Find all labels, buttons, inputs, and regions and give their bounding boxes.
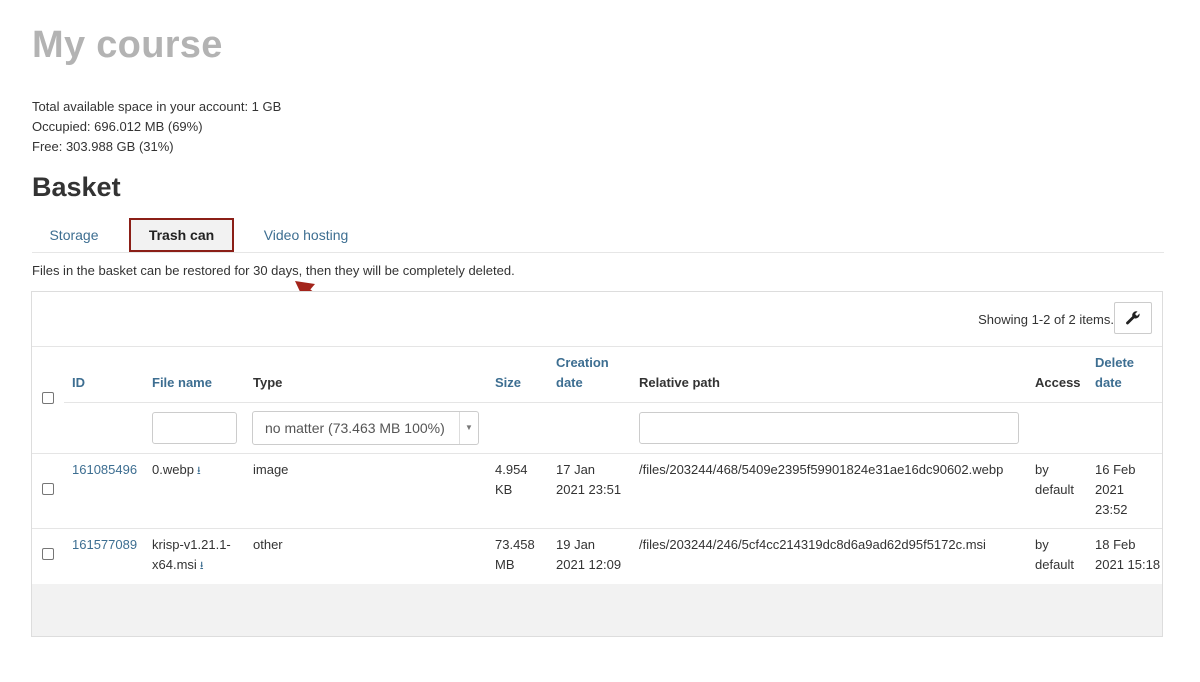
quota-occupied: Occupied: 696.012 MB (69%) — [32, 119, 203, 134]
row-creation-date: 19 Jan 2021 12:09 — [556, 537, 622, 572]
retention-notice: Files in the basket can be restored for … — [32, 263, 515, 278]
divider — [32, 346, 1162, 347]
row-file-name: krisp-v1.21.1- x64.msi ⭳ — [152, 537, 231, 572]
relative-path-filter-input[interactable] — [639, 412, 1019, 444]
divider — [32, 528, 1162, 529]
column-header-id[interactable]: ID — [72, 373, 85, 393]
row-relative-path: /files/203244/246/5cf4cc214319dc8d6a9ad6… — [639, 537, 986, 552]
trash-grid: Showing 1-2 of 2 items. ID File name Typ… — [31, 291, 1163, 637]
tab-trash-can[interactable]: Trash can — [129, 218, 234, 252]
divider — [64, 402, 1162, 403]
row-type: other — [253, 537, 283, 552]
column-header-delete-date[interactable]: Delete date — [1095, 353, 1134, 393]
grid-settings-button[interactable] — [1114, 302, 1152, 334]
wrench-icon — [1126, 311, 1140, 325]
grid-footer — [32, 584, 1162, 636]
type-filter-value: no matter (73.463 MB 100%) — [265, 420, 445, 436]
column-header-access: Access — [1035, 375, 1081, 390]
row-size: 4.954 KB — [495, 462, 528, 497]
row-access: by default — [1035, 537, 1075, 572]
row-relative-path: /files/203244/468/5409e2395f59901824e31a… — [639, 462, 1004, 477]
row-access: by default — [1035, 462, 1075, 497]
row-creation-date: 17 Jan 2021 23:51 — [556, 462, 622, 497]
row-type: image — [253, 462, 289, 477]
grid-summary: Showing 1-2 of 2 items. — [978, 312, 1114, 327]
column-header-size[interactable]: Size — [495, 373, 521, 393]
basket-title: Basket — [32, 172, 121, 202]
quota-free: Free: 303.988 GB (31%) — [32, 139, 174, 154]
select-all-checkbox[interactable] — [42, 392, 54, 404]
column-header-relative-path: Relative path — [639, 375, 720, 390]
row-id-link[interactable]: 161577089 — [72, 535, 137, 555]
download-icon[interactable]: ⭳ — [197, 465, 201, 477]
storage-quota: Total available space in your account: 1… — [32, 97, 281, 157]
row-checkbox[interactable] — [42, 483, 54, 495]
row-size: 73.458 MB — [495, 537, 535, 572]
triangle-down-icon: ▼ — [459, 412, 478, 444]
row-file-name: 0.webp ⭳ — [152, 462, 201, 477]
row-delete-date: 16 Feb 2021 23:52 — [1095, 462, 1136, 517]
download-icon[interactable]: ⭳ — [200, 560, 204, 572]
quota-total: Total available space in your account: 1… — [32, 99, 282, 114]
tab-video-hosting[interactable]: Video hosting — [246, 218, 366, 252]
file-name-filter-input[interactable] — [152, 412, 237, 444]
row-id-link[interactable]: 161085496 — [72, 460, 137, 480]
page-title: My course — [32, 24, 223, 66]
tab-storage[interactable]: Storage — [32, 218, 116, 252]
row-delete-date: 18 Feb 2021 15:18 — [1095, 537, 1161, 572]
row-checkbox[interactable] — [42, 548, 54, 560]
tab-bar: Storage Trash can Video hosting — [32, 218, 1164, 253]
type-filter-select[interactable]: no matter (73.463 MB 100%) ▼ — [252, 411, 479, 445]
column-header-file-name[interactable]: File name — [152, 373, 212, 393]
column-header-type: Type — [253, 375, 283, 390]
column-header-creation-date[interactable]: Creation date — [556, 353, 609, 393]
divider — [32, 453, 1162, 454]
